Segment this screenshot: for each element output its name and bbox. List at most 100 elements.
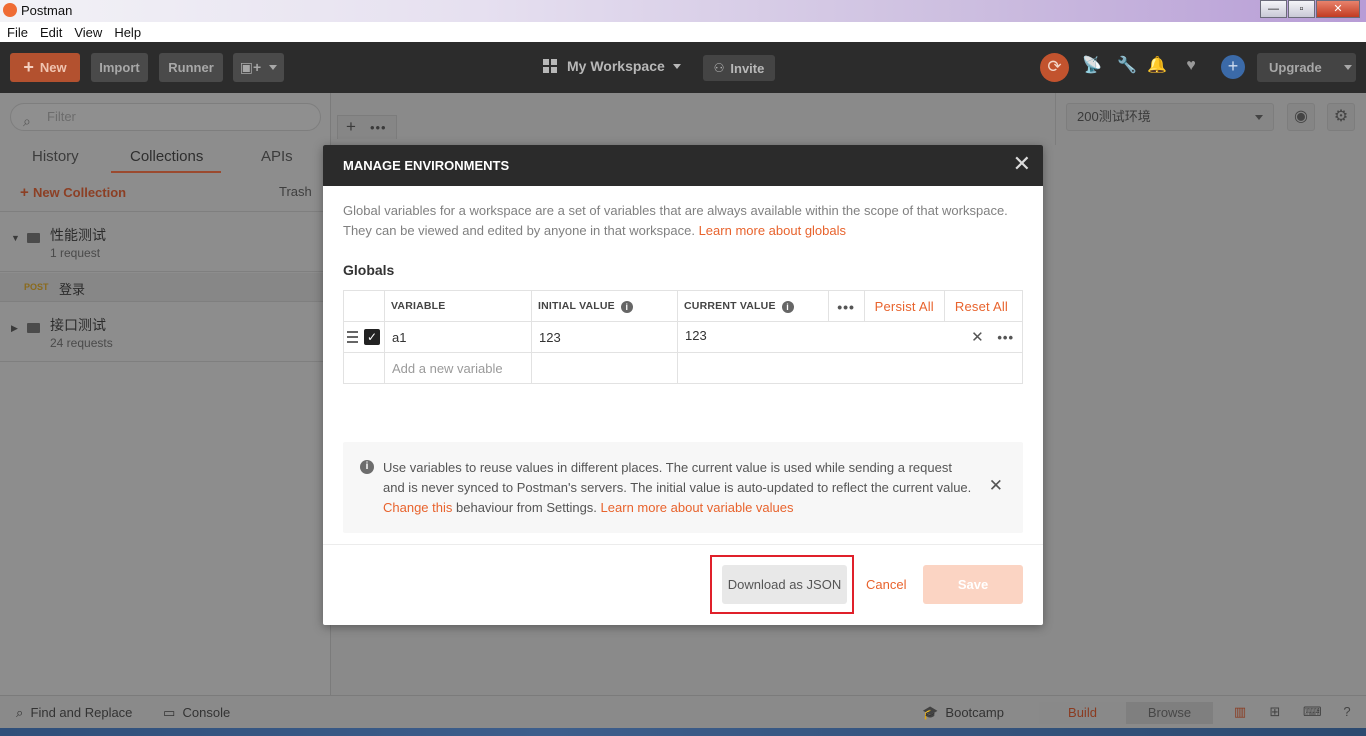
minimize-button[interactable]: —	[1260, 0, 1287, 18]
manage-environments-modal: MANAGE ENVIRONMENTS ✕ Global variables f…	[323, 145, 1043, 625]
chevron-down-icon	[1343, 65, 1352, 70]
collection-count: 1 request	[50, 246, 101, 260]
filter-input[interactable]: ⌕ Filter	[10, 103, 321, 131]
environment-selected: 200测试环境	[1077, 109, 1151, 124]
new-collection-button[interactable]: + New Collection	[20, 184, 126, 201]
maximize-button[interactable]: ▫	[1288, 0, 1315, 18]
caret-down-icon[interactable]: ▼	[11, 233, 20, 243]
download-json-button[interactable]: Download as JSON	[722, 565, 847, 604]
build-tab[interactable]: Build	[1039, 702, 1126, 724]
menu-help[interactable]: Help	[114, 25, 141, 40]
description-text: Global variables for a workspace are a s…	[343, 203, 1008, 238]
bell-icon[interactable]: 🔔	[1146, 55, 1168, 77]
close-icon[interactable]: ✕	[1013, 152, 1031, 176]
current-value-cell[interactable]: 123 ✕ •••	[677, 321, 1023, 353]
help-icon[interactable]: ?	[1339, 704, 1355, 720]
divider	[0, 271, 331, 272]
sync-icon[interactable]: ⟳	[1040, 53, 1069, 82]
empty-cell[interactable]	[531, 352, 678, 384]
avatar[interactable]: +	[1221, 55, 1245, 79]
learn-globals-link[interactable]: Learn more about globals	[699, 223, 846, 238]
new-button[interactable]: + New	[10, 53, 80, 82]
column-current-label: CURRENT VALUE	[684, 299, 776, 312]
eye-icon[interactable]: ◉	[1287, 103, 1315, 131]
add-window-icon: ▣+	[239, 59, 262, 75]
two-pane-icon[interactable]: ▥	[1232, 704, 1248, 720]
window-controls: — ▫ ✕	[1259, 0, 1360, 18]
tab-apis[interactable]: APIs	[261, 148, 293, 165]
window-title: Postman	[21, 3, 73, 18]
column-variable-label: VARIABLE	[391, 300, 446, 312]
menu-edit[interactable]: Edit	[40, 25, 62, 40]
bootcamp-label: Bootcamp	[945, 705, 1004, 720]
chevron-down-icon	[269, 65, 278, 70]
close-icon[interactable]: ✕	[989, 476, 1003, 496]
notice-text-1: Use variables to reuse values in differe…	[383, 460, 972, 495]
variable-cell[interactable]: a1	[384, 321, 532, 353]
menu-view[interactable]: View	[74, 25, 102, 40]
close-window-button[interactable]: ✕	[1316, 0, 1360, 18]
upgrade-label: Upgrade	[1269, 60, 1322, 75]
empty-cell	[343, 352, 385, 384]
initial-value-cell[interactable]: 123	[531, 321, 678, 353]
change-settings-link[interactable]: Change this	[383, 500, 452, 515]
gear-icon[interactable]: ⚙	[1327, 103, 1355, 131]
environment-select[interactable]: 200测试环境	[1066, 103, 1274, 131]
plus-icon: +	[20, 184, 33, 201]
browse-tab[interactable]: Browse	[1126, 702, 1213, 724]
request-item[interactable]: POST 登录	[0, 273, 331, 301]
caret-right-icon[interactable]: ▶	[11, 323, 18, 334]
satellite-icon[interactable]: 📡	[1081, 55, 1103, 77]
find-replace-button[interactable]: ⌕ Find and Replace	[16, 705, 132, 721]
find-replace-label: Find and Replace	[30, 705, 133, 720]
new-collection-label: New Collection	[32, 185, 127, 200]
tab-collections[interactable]: Collections	[130, 148, 203, 165]
wrench-icon[interactable]: 🔧	[1116, 55, 1138, 77]
more-icon[interactable]: •••	[370, 120, 387, 135]
more-icon[interactable]: •••	[997, 330, 1014, 345]
reset-all-button[interactable]: Reset All	[943, 291, 1022, 322]
modal-title: MANAGE ENVIRONMENTS	[343, 158, 510, 173]
delete-icon[interactable]: ✕	[971, 329, 984, 346]
modal-header: MANAGE ENVIRONMENTS ✕	[323, 145, 1043, 186]
request-method: POST	[24, 282, 49, 292]
tab-history[interactable]: History	[32, 148, 79, 165]
row-handle-cell: ✓	[343, 321, 385, 353]
enabled-checkbox[interactable]: ✓	[364, 329, 380, 345]
collection-item[interactable]: ▶ 接口测试 24 requests	[0, 315, 331, 355]
upgrade-button[interactable]: Upgrade	[1257, 53, 1356, 82]
column-initial-label: INITIAL VALUE	[538, 299, 615, 312]
open-new-button[interactable]: ▣+	[233, 53, 284, 82]
new-tab-button[interactable]: + •••	[337, 115, 397, 139]
menu-file[interactable]: File	[7, 25, 28, 40]
header-actions: ••• Persist All Reset All	[827, 291, 1022, 322]
save-button[interactable]: Save	[923, 565, 1023, 604]
add-variable-input[interactable]: Add a new variable	[384, 352, 532, 384]
persist-all-button[interactable]: Persist All	[863, 291, 944, 322]
drag-handle-icon[interactable]	[347, 331, 358, 346]
cancel-button[interactable]: Cancel	[866, 577, 906, 592]
os-taskbar	[0, 728, 1366, 736]
keyboard-icon[interactable]: ⌨	[1303, 704, 1322, 720]
runner-button[interactable]: Runner	[159, 53, 223, 82]
build-browse-toggle: Build Browse	[1039, 702, 1213, 724]
console-button[interactable]: ▭ Console	[163, 705, 230, 721]
workspace-switcher[interactable]: My Workspace	[543, 58, 681, 74]
learn-variable-values-link[interactable]: Learn more about variable values	[601, 500, 794, 515]
more-icon[interactable]: •••	[827, 291, 864, 322]
import-button[interactable]: Import	[91, 53, 148, 82]
info-icon[interactable]: i	[781, 300, 794, 313]
section-label: Globals	[343, 262, 395, 278]
search-icon: ⌕	[16, 705, 24, 720]
info-icon[interactable]: i	[620, 300, 633, 313]
trash-link[interactable]: Trash	[279, 184, 312, 199]
collection-item[interactable]: ▼ 性能测试 1 request	[0, 225, 331, 265]
bootcamp-button[interactable]: 🎓 Bootcamp	[922, 705, 1004, 721]
column-header-variable: VARIABLE	[384, 290, 532, 322]
layout-icon[interactable]: ⊞	[1267, 704, 1283, 720]
invite-button[interactable]: ⚇ Invite	[703, 55, 775, 81]
divider	[0, 301, 331, 302]
console-icon: ▭	[163, 705, 176, 720]
heart-icon[interactable]: ♥	[1180, 55, 1202, 77]
empty-cell[interactable]	[677, 352, 1023, 384]
